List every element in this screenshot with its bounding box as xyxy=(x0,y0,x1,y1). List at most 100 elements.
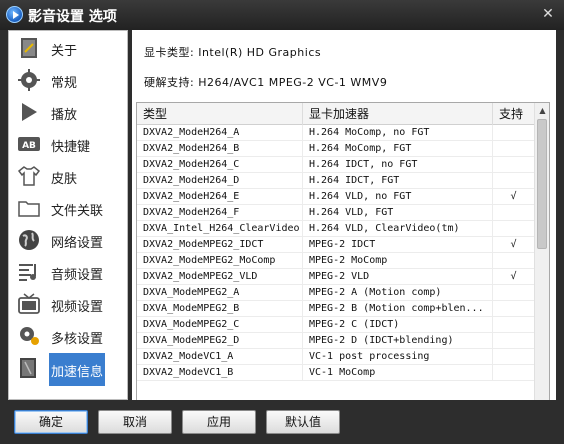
cell-type: DXVA2_ModeH264_B xyxy=(137,141,303,157)
shirt-icon xyxy=(17,166,41,186)
cell-support xyxy=(493,221,535,237)
sidebar-item-label: 音频设置 xyxy=(51,268,104,283)
cell-accelerator: MPEG-2 B (Motion comp+blen... xyxy=(303,301,493,317)
apply-button[interactable]: 应用 xyxy=(182,410,256,434)
cell-accelerator: MPEG-2 MoComp xyxy=(303,253,493,269)
table-row[interactable]: DXVA2_ModeMPEG2_IDCT MPEG-2 IDCT √ xyxy=(137,237,535,253)
cell-support xyxy=(493,157,535,173)
cell-support: √ xyxy=(493,237,535,253)
cell-support xyxy=(493,125,535,141)
cell-accelerator: MPEG-2 C (IDCT) xyxy=(303,317,493,333)
table-row[interactable]: DXVA_ModeMPEG2_C MPEG-2 C (IDCT) xyxy=(137,317,535,333)
table-row[interactable]: DXVA2_ModeH264_A H.264 MoComp, no FGT xyxy=(137,125,535,141)
table-row[interactable]: DXVA2_ModeH264_B H.264 MoComp, FGT xyxy=(137,141,535,157)
table-row[interactable]: DXVA2_ModeVC1_A VC-1 post processing xyxy=(137,349,535,365)
folder-icon xyxy=(18,201,40,217)
cell-support xyxy=(493,285,535,301)
table-header: 类型 显卡加速器 支持 xyxy=(137,103,535,125)
cell-accelerator: H.264 VLD, ClearVideo(tm) xyxy=(303,221,493,237)
cell-type: DXVA2_ModeH264_E xyxy=(137,189,303,205)
sidebar-item-accel-info[interactable]: 加速信息 xyxy=(13,353,125,386)
cell-type: DXVA2_ModeVC1_B xyxy=(137,365,303,381)
table-row[interactable]: DXVA_ModeMPEG2_D MPEG-2 D (IDCT+blending) xyxy=(137,333,535,349)
cell-support xyxy=(493,141,535,157)
scroll-thumb[interactable] xyxy=(537,119,547,249)
sidebar-item-label: 常规 xyxy=(51,76,78,91)
decoder-table: 类型 显卡加速器 支持 DXVA2_ModeH264_A H.264 MoComp… xyxy=(136,102,550,416)
default-button[interactable]: 默认值 xyxy=(266,410,340,434)
sidebar-item-video[interactable]: 视频设置 xyxy=(13,289,125,319)
sidebar-item-label: 网络设置 xyxy=(51,236,104,251)
sidebar-item-about[interactable]: 关于 xyxy=(13,33,125,63)
cell-support xyxy=(493,173,535,189)
cell-accelerator: H.264 MoComp, FGT xyxy=(303,141,493,157)
cell-accelerator: VC-1 post processing xyxy=(303,349,493,365)
cell-support: √ xyxy=(493,269,535,285)
sidebar: 关于 常规 播放 AB 快捷键 皮肤 文件关联 网络设置 音频设置 视频设置 多… xyxy=(8,30,128,400)
table-row[interactable]: DXVA2_ModeVC1_B VC-1 MoComp xyxy=(137,365,535,381)
table-row[interactable]: DXVA2_ModeH264_E H.264 VLD, no FGT √ xyxy=(137,189,535,205)
settings-window: 影音设置 选项 ✕ 关于 常规 播放 AB 快捷键 皮肤 文件关联 网络设置 音… xyxy=(0,0,564,444)
svg-text:AB: AB xyxy=(22,141,36,151)
sidebar-item-label: 关于 xyxy=(51,44,78,59)
close-button[interactable]: ✕ xyxy=(538,4,558,24)
cell-support xyxy=(493,205,535,221)
table-row[interactable]: DXVA2_ModeMPEG2_MoComp MPEG-2 MoComp xyxy=(137,253,535,269)
cell-support xyxy=(493,317,535,333)
cell-support xyxy=(493,333,535,349)
cell-accelerator: H.264 MoComp, no FGT xyxy=(303,125,493,141)
column-header-type[interactable]: 类型 xyxy=(137,103,303,125)
cell-accelerator: MPEG-2 VLD xyxy=(303,269,493,285)
table-row[interactable]: DXVA2_ModeH264_F H.264 VLD, FGT xyxy=(137,205,535,221)
sidebar-item-general[interactable]: 常规 xyxy=(13,65,125,95)
cancel-button[interactable]: 取消 xyxy=(98,410,172,434)
cell-type: DXVA2_ModeH264_C xyxy=(137,157,303,173)
sidebar-item-label: 多核设置 xyxy=(51,332,104,347)
cpu-icon xyxy=(20,327,39,345)
gear-icon xyxy=(18,69,40,91)
cell-type: DXVA_ModeMPEG2_A xyxy=(137,285,303,301)
column-header-support[interactable]: 支持 xyxy=(493,103,535,125)
cell-type: DXVA_ModeMPEG2_D xyxy=(137,333,303,349)
sidebar-item-label: 快捷键 xyxy=(51,140,91,155)
column-header-accelerator[interactable]: 显卡加速器 xyxy=(303,103,493,125)
cell-accelerator: MPEG-2 D (IDCT+blending) xyxy=(303,333,493,349)
sidebar-item-file-assoc[interactable]: 文件关联 xyxy=(13,193,125,223)
cell-accelerator: H.264 VLD, no FGT xyxy=(303,189,493,205)
cell-support xyxy=(493,253,535,269)
dialog-footer: 确定 取消 应用 默认值 xyxy=(0,400,564,444)
app-logo-icon xyxy=(6,6,23,23)
cell-type: DXVA_ModeMPEG2_B xyxy=(137,301,303,317)
window-title: 影音设置 选项 xyxy=(28,9,117,25)
table-row[interactable]: DXVA2_ModeH264_D H.264 IDCT, FGT xyxy=(137,173,535,189)
ok-button[interactable]: 确定 xyxy=(14,410,88,434)
sidebar-item-label: 加速信息 xyxy=(49,353,105,386)
sidebar-item-multicore[interactable]: 多核设置 xyxy=(13,321,125,351)
sidebar-item-network[interactable]: 网络设置 xyxy=(13,225,125,255)
vertical-scrollbar[interactable]: ▲ ▼ xyxy=(534,103,549,415)
cell-type: DXVA2_ModeMPEG2_IDCT xyxy=(137,237,303,253)
table-row[interactable]: DXVA2_ModeMPEG2_VLD MPEG-2 VLD √ xyxy=(137,269,535,285)
table-row[interactable]: DXVA_Intel_H264_ClearVideo H.264 VLD, Cle… xyxy=(137,221,535,237)
cell-support: √ xyxy=(493,189,535,205)
sidebar-item-skin[interactable]: 皮肤 xyxy=(13,161,125,191)
keyboard-icon: AB xyxy=(18,137,40,151)
sidebar-item-hotkeys[interactable]: AB 快捷键 xyxy=(13,129,125,159)
scroll-up-arrow-icon[interactable]: ▲ xyxy=(535,103,550,118)
play-icon xyxy=(22,103,37,121)
cell-accelerator: MPEG-2 A (Motion comp) xyxy=(303,285,493,301)
cell-accelerator: H.264 IDCT, FGT xyxy=(303,173,493,189)
cell-type: DXVA2_ModeH264_A xyxy=(137,125,303,141)
cell-accelerator: H.264 IDCT, no FGT xyxy=(303,157,493,173)
table-row[interactable]: DXVA_ModeMPEG2_A MPEG-2 A (Motion comp) xyxy=(137,285,535,301)
hw-decode-text: 硬解支持: H264/AVC1 MPEG-2 VC-1 WMV9 xyxy=(144,76,388,89)
accel-icon xyxy=(20,358,36,378)
table-row[interactable]: DXVA2_ModeH264_C H.264 IDCT, no FGT xyxy=(137,157,535,173)
sidebar-item-label: 文件关联 xyxy=(51,204,104,219)
cell-type: DXVA2_ModeVC1_A xyxy=(137,349,303,365)
table-row[interactable]: DXVA_ModeMPEG2_B MPEG-2 B (Motion comp+bl… xyxy=(137,301,535,317)
cell-type: DXVA_Intel_H264_ClearVideo xyxy=(137,221,303,237)
sidebar-item-audio[interactable]: 音频设置 xyxy=(13,257,125,287)
sidebar-item-playback[interactable]: 播放 xyxy=(13,97,125,127)
accel-info-panel: 显卡类型: Intel(R) HD Graphics 硬解支持: H264/AV… xyxy=(132,30,556,416)
